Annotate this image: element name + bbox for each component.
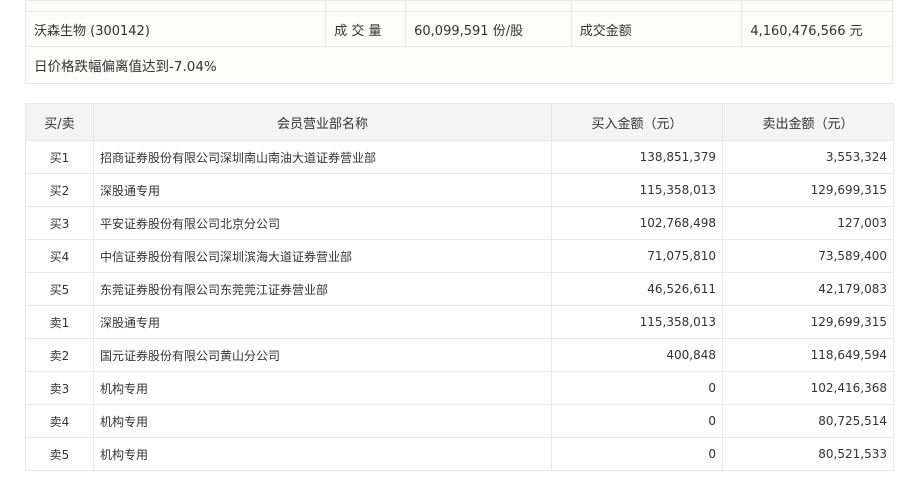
table-row: 买2 深股通专用 115,358,013 129,699,315 xyxy=(25,173,894,207)
amount-label: 成交金额 xyxy=(572,12,743,46)
table-row: 卖3 机构专用 0 102,416,368 xyxy=(25,371,894,405)
deviation-note: 日价格跌幅偏离值达到-7.04% xyxy=(34,59,217,75)
row-sell-amount: 118,649,594 xyxy=(722,338,894,372)
row-side: 买2 xyxy=(25,173,94,207)
row-buy-amount: 115,358,013 xyxy=(551,305,723,339)
table-row: 卖5 机构专用 0 80,521,533 xyxy=(25,437,894,471)
row-branch-name: 深股通专用 xyxy=(93,305,552,339)
volume-value: 60,099,591 份/股 xyxy=(406,12,572,46)
table-row: 买4 中信证券股份有限公司深圳滨海大道证券营业部 71,075,810 73,5… xyxy=(25,239,894,273)
row-branch-name: 深股通专用 xyxy=(93,173,552,207)
amount-value: 4,160,476,566 元 xyxy=(750,23,863,39)
row-buy-amount: 0 xyxy=(551,371,723,405)
row-side: 卖5 xyxy=(25,437,94,471)
header-branch-name: 会员营业部名称 xyxy=(93,103,552,141)
row-buy-amount: 400,848 xyxy=(551,338,723,372)
row-side: 卖2 xyxy=(25,338,94,372)
row-sell-amount: 73,589,400 xyxy=(722,239,894,273)
row-side: 卖1 xyxy=(25,305,94,339)
trading-seats-table: 买/卖 会员营业部名称 买入金额（元） 卖出金额（元） 买1 招商证券股份有限公… xyxy=(25,103,894,471)
row-buy-amount: 71,075,810 xyxy=(551,239,723,273)
volume-label: 成 交 量 xyxy=(326,12,407,46)
row-side: 买3 xyxy=(25,206,94,240)
row-sell-amount: 129,699,315 xyxy=(722,173,894,207)
table-header-row: 买/卖 会员营业部名称 买入金额（元） 卖出金额（元） xyxy=(25,103,894,141)
row-sell-amount: 102,416,368 xyxy=(722,371,894,405)
table-row: 买1 招商证券股份有限公司深圳南山南油大道证券营业部 138,851,379 3… xyxy=(25,140,894,174)
row-side: 买1 xyxy=(25,140,94,174)
summary-row: 沃森生物 (300142) 成 交 量 60,099,591 份/股 成交金额 … xyxy=(26,12,892,47)
summary-top-strip xyxy=(26,1,892,12)
header-side: 买/卖 xyxy=(25,103,94,141)
row-branch-name: 国元证券股份有限公司黄山分公司 xyxy=(93,338,552,372)
row-buy-amount: 102,768,498 xyxy=(551,206,723,240)
row-branch-name: 招商证券股份有限公司深圳南山南油大道证券营业部 xyxy=(93,140,552,174)
row-buy-amount: 46,526,611 xyxy=(551,272,723,306)
row-sell-amount: 3,553,324 xyxy=(722,140,894,174)
row-branch-name: 东莞证券股份有限公司东莞莞江证券营业部 xyxy=(93,272,552,306)
row-buy-amount: 0 xyxy=(551,437,723,471)
row-side: 卖3 xyxy=(25,371,94,405)
row-sell-amount: 80,725,514 xyxy=(722,404,894,438)
header-sell-amount: 卖出金额（元） xyxy=(722,103,894,141)
table-row: 卖2 国元证券股份有限公司黄山分公司 400,848 118,649,594 xyxy=(25,338,894,372)
table-row: 卖1 深股通专用 115,358,013 129,699,315 xyxy=(25,305,894,339)
table-row: 买3 平安证券股份有限公司北京分公司 102,768,498 127,003 xyxy=(25,206,894,240)
row-branch-name: 机构专用 xyxy=(93,371,552,405)
row-sell-amount: 42,179,083 xyxy=(722,272,894,306)
row-buy-amount: 0 xyxy=(551,404,723,438)
stock-name: 沃森生物 (300142) xyxy=(26,12,327,46)
row-buy-amount: 138,851,379 xyxy=(551,140,723,174)
row-branch-name: 平安证券股份有限公司北京分公司 xyxy=(93,206,552,240)
row-sell-amount: 129,699,315 xyxy=(722,305,894,339)
row-side: 卖4 xyxy=(25,404,94,438)
table-row: 买5 东莞证券股份有限公司东莞莞江证券营业部 46,526,611 42,179… xyxy=(25,272,894,306)
row-branch-name: 机构专用 xyxy=(93,437,552,471)
row-sell-amount: 127,003 xyxy=(722,206,894,240)
row-side: 买4 xyxy=(25,239,94,273)
table-row: 卖4 机构专用 0 80,725,514 xyxy=(25,404,894,438)
row-sell-amount: 80,521,533 xyxy=(722,437,894,471)
row-branch-name: 中信证券股份有限公司深圳滨海大道证券营业部 xyxy=(93,239,552,273)
row-branch-name: 机构专用 xyxy=(93,404,552,438)
row-side: 买5 xyxy=(25,272,94,306)
header-buy-amount: 买入金额（元） xyxy=(551,103,723,141)
row-buy-amount: 115,358,013 xyxy=(551,173,723,207)
stock-summary-panel: 沃森生物 (300142) 成 交 量 60,099,591 份/股 成交金额 … xyxy=(25,0,893,84)
